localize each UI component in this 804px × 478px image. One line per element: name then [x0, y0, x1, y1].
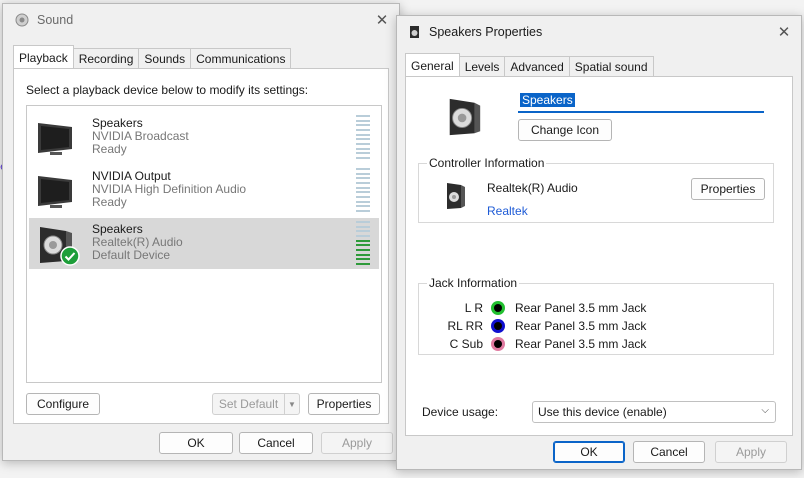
sound-app-icon	[15, 13, 29, 27]
controller-speaker-icon	[447, 183, 465, 209]
jack-channel-label: C Sub	[449, 337, 483, 351]
speaker-app-icon	[410, 26, 419, 38]
chevron-down-icon: ▼	[288, 399, 296, 409]
controller-information-legend: Controller Information	[427, 156, 547, 170]
props-apply-button[interactable]: Apply	[715, 441, 787, 463]
controller-name: Realtek(R) Audio	[487, 181, 578, 195]
props-tabs: General Levels Advanced Spatial sound	[405, 53, 654, 76]
monitor-icon	[38, 176, 72, 208]
device-name: NVIDIA Output	[92, 169, 171, 183]
jack-description: Rear Panel 3.5 mm Jack	[515, 337, 647, 351]
jack-information-legend: Jack Information	[427, 276, 520, 290]
level-meter	[356, 168, 370, 212]
controller-vendor-link[interactable]: Realtek	[487, 204, 528, 218]
jack-row-csub: C Sub Rear Panel 3.5 mm Jack	[419, 336, 775, 352]
device-driver: Realtek(R) Audio	[92, 235, 183, 249]
playback-device-list[interactable]: Speakers NVIDIA Broadcast Ready NVIDIA O…	[26, 105, 382, 383]
device-name: Speakers	[92, 222, 143, 236]
tab-sounds[interactable]: Sounds	[138, 48, 192, 68]
props-cancel-button[interactable]: Cancel	[633, 441, 705, 463]
sound-close-button[interactable]: ✕	[371, 10, 393, 30]
device-driver: NVIDIA High Definition Audio	[92, 182, 247, 196]
jack-description: Rear Panel 3.5 mm Jack	[515, 319, 647, 333]
tab-levels[interactable]: Levels	[458, 56, 506, 76]
device-name: Speakers	[92, 116, 143, 130]
device-item-nvidia-output[interactable]: NVIDIA Output NVIDIA High Definition Aud…	[29, 165, 379, 216]
sound-window-title: Sound	[37, 13, 74, 27]
device-name-input[interactable]: Speakers	[518, 93, 764, 113]
default-check-icon	[60, 246, 80, 266]
tab-recording[interactable]: Recording	[72, 48, 140, 68]
controller-properties-button[interactable]: Properties	[691, 178, 765, 200]
chevron-down-icon: ⌵	[761, 405, 769, 416]
sound-tabs: Playback Recording Sounds Communications	[13, 45, 292, 68]
jack-channel-label: L R	[464, 301, 483, 315]
general-panel: Speakers Change Icon Controller Informat…	[405, 76, 793, 436]
device-driver: NVIDIA Broadcast	[92, 129, 189, 143]
device-status: Ready	[92, 195, 127, 209]
set-default-button[interactable]: Set Default	[212, 393, 284, 415]
jack-information-group: Jack Information L R Rear Panel 3.5 mm J…	[418, 276, 775, 355]
props-ok-button[interactable]: OK	[553, 441, 625, 463]
props-window-title: Speakers Properties	[429, 25, 543, 39]
tab-playback[interactable]: Playback	[13, 45, 74, 68]
tab-advanced[interactable]: Advanced	[504, 56, 570, 76]
configure-button[interactable]: Configure	[26, 393, 100, 415]
playback-instruction: Select a playback device below to modify…	[26, 83, 309, 97]
playback-panel: Select a playback device below to modify…	[13, 68, 389, 424]
device-item-speakers-realtek[interactable]: Speakers Realtek(R) Audio Default Device	[29, 218, 379, 269]
change-icon-button[interactable]: Change Icon	[518, 119, 612, 141]
device-usage-value: Use this device (enable)	[538, 405, 667, 419]
device-item-speakers-nvidia-broadcast[interactable]: Speakers NVIDIA Broadcast Ready	[29, 112, 379, 163]
sound-titlebar[interactable]: Sound ✕	[3, 4, 399, 36]
speakers-properties-window: Speakers Properties ✕ General Levels Adv…	[396, 15, 802, 470]
device-properties-button[interactable]: Properties	[308, 393, 380, 415]
set-default-dropdown-button[interactable]: ▼	[284, 393, 300, 415]
jack-color-pink-icon	[491, 337, 505, 351]
device-status: Default Device	[92, 248, 171, 262]
jack-color-blue-icon	[491, 319, 505, 333]
jack-description: Rear Panel 3.5 mm Jack	[515, 301, 647, 315]
sound-ok-button[interactable]: OK	[159, 432, 233, 454]
device-usage-select[interactable]: Use this device (enable) ⌵	[532, 401, 776, 423]
sound-window: Sound ✕ Playback Recording Sounds Commun…	[2, 3, 400, 461]
level-meter	[356, 221, 370, 265]
sound-apply-button[interactable]: Apply	[321, 432, 393, 454]
controller-information-group: Controller Information Realtek(R) Audio …	[418, 156, 774, 223]
jack-row-rlrr: RL RR Rear Panel 3.5 mm Jack	[419, 318, 775, 334]
speaker-icon	[449, 98, 481, 136]
props-close-button[interactable]: ✕	[773, 22, 795, 42]
tab-spatial-sound[interactable]: Spatial sound	[568, 56, 654, 76]
sound-cancel-button[interactable]: Cancel	[239, 432, 313, 454]
level-meter	[356, 115, 370, 159]
props-titlebar[interactable]: Speakers Properties ✕	[397, 16, 801, 48]
device-status: Ready	[92, 142, 127, 156]
tab-general[interactable]: General	[405, 53, 460, 76]
device-usage-label: Device usage:	[422, 405, 499, 419]
jack-row-lr: L R Rear Panel 3.5 mm Jack	[419, 300, 775, 316]
monitor-icon	[38, 123, 72, 155]
jack-color-green-icon	[491, 301, 505, 315]
device-name-value: Speakers	[520, 93, 575, 107]
tab-communications[interactable]: Communications	[190, 48, 292, 68]
jack-channel-label: RL RR	[447, 319, 483, 333]
